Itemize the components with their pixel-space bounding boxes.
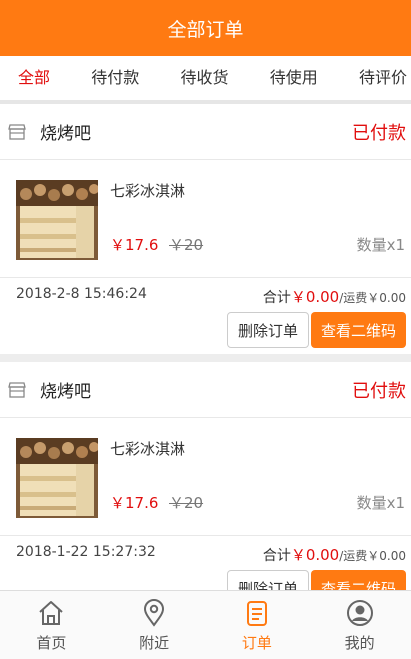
page-title: 全部订单 (167, 18, 244, 41)
order-totals: 合计￥0.00/运费￥0.00 (263, 544, 406, 565)
shop-row[interactable]: 烧烤吧 已付款 (0, 362, 411, 418)
delete-order-button[interactable]: 删除订单 (227, 312, 309, 348)
nav-home[interactable]: 首页 (0, 591, 103, 659)
nav-profile-label: 我的 (344, 633, 375, 652)
product-price: ￥17.6 (110, 236, 159, 254)
store-icon (8, 381, 26, 398)
total-amount: ￥0.00 (290, 288, 340, 306)
order-list-icon (246, 600, 267, 626)
shop-name: 烧烤吧 (40, 382, 91, 402)
order-filter-tabs: 全部 待付款 待收货 待使用 待评价 (0, 56, 411, 100)
order-card: 烧烤吧 已付款 (0, 362, 411, 590)
nav-orders[interactable]: 订单 (206, 591, 309, 659)
product-quantity: 数量x1 (356, 236, 405, 254)
product-row[interactable]: 七彩冰淇淋 ￥17.6 ￥20 数量x1 (0, 418, 411, 536)
order-actions: 删除订单 查看二维码 (0, 570, 411, 590)
nav-profile[interactable]: 我的 (308, 591, 411, 659)
total-label: 合计 (262, 290, 291, 306)
product-image (16, 438, 98, 518)
tab-pending-payment[interactable]: 待付款 (91, 56, 139, 100)
product-name: 七彩冰淇淋 (110, 440, 186, 458)
tab-pending-review[interactable]: 待评价 (359, 56, 407, 100)
order-time: 2018-2-8 15:46:24 (16, 286, 147, 302)
location-pin-icon (144, 598, 165, 627)
order-list[interactable]: 烧烤吧 已付款 七彩冰淇淋 ￥17.6 ￥20 数量x1 2018-2-8 15… (0, 104, 411, 590)
view-qr-code-button[interactable]: 查看二维码 (311, 570, 406, 590)
order-totals: 合计￥0.00/运费￥0.00 (263, 286, 406, 307)
home-icon (39, 600, 64, 625)
shop-row[interactable]: 烧烤吧 已付款 (0, 104, 411, 160)
product-image (16, 180, 98, 260)
app-header: 全部订单 (0, 0, 411, 56)
shipping-fee: /运费￥0.00 (339, 549, 406, 563)
total-label: 合计 (262, 548, 291, 564)
product-original-price: ￥20 (169, 494, 204, 512)
order-actions: 删除订单 查看二维码 (0, 312, 411, 354)
product-name: 七彩冰淇淋 (110, 182, 186, 200)
view-qr-code-button[interactable]: 查看二维码 (311, 312, 406, 348)
total-amount: ￥0.00 (290, 546, 340, 564)
tab-pending-use[interactable]: 待使用 (270, 56, 318, 100)
shipping-fee: /运费￥0.00 (339, 291, 406, 305)
order-summary: 2018-1-22 15:27:32 合计￥0.00/运费￥0.00 (0, 536, 411, 570)
order-summary: 2018-2-8 15:46:24 合计￥0.00/运费￥0.00 (0, 278, 411, 312)
product-original-price: ￥20 (169, 236, 204, 254)
nav-home-label: 首页 (36, 633, 67, 652)
bottom-navigation: 首页 附近 订单 我的 (0, 590, 411, 659)
nav-orders-label: 订单 (241, 633, 272, 652)
tab-pending-receipt[interactable]: 待收货 (180, 56, 228, 100)
tab-all[interactable]: 全部 (18, 56, 50, 100)
shop-name: 烧烤吧 (40, 124, 91, 144)
order-time: 2018-1-22 15:27:32 (16, 544, 156, 560)
order-status: 已付款 (352, 122, 406, 144)
nav-nearby-label: 附近 (139, 633, 170, 652)
product-row[interactable]: 七彩冰淇淋 ￥17.6 ￥20 数量x1 (0, 160, 411, 278)
user-avatar-icon (346, 599, 373, 626)
delete-order-button[interactable]: 删除订单 (227, 570, 309, 590)
product-price: ￥17.6 (110, 494, 159, 512)
store-icon (8, 123, 26, 140)
product-quantity: 数量x1 (356, 494, 405, 512)
order-card: 烧烤吧 已付款 (0, 104, 411, 354)
order-status: 已付款 (352, 380, 406, 402)
nav-nearby[interactable]: 附近 (103, 591, 206, 659)
